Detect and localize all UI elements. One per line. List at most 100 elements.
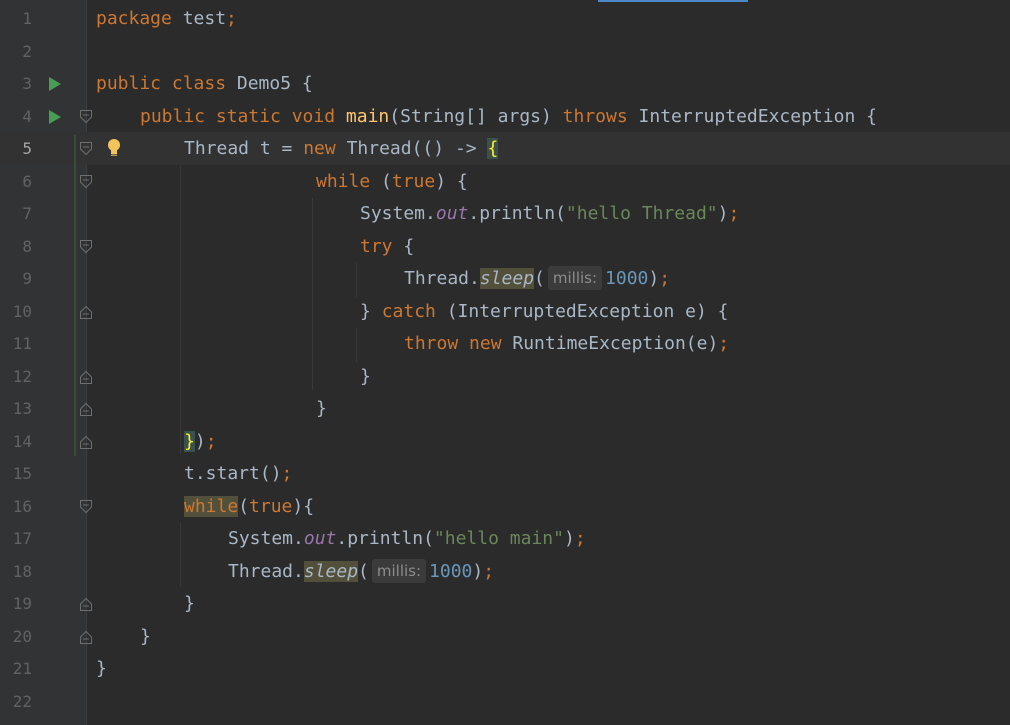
matched-brace: { (487, 138, 499, 159)
code-line[interactable]: 22 (0, 686, 1010, 718)
line-number: 15 (12, 464, 32, 483)
punctuation: ) (648, 268, 660, 289)
code-text[interactable]: } (96, 653, 107, 685)
code-text[interactable]: }); (184, 426, 217, 458)
code-text[interactable]: throw new RuntimeException(e); (404, 328, 729, 360)
code-line[interactable]: 6 while (true) { (0, 166, 1010, 198)
code-text[interactable]: while(true){ (184, 491, 314, 523)
punctuation: ) (472, 561, 484, 582)
code-text[interactable]: public static void main(String[] args) t… (140, 101, 877, 133)
code-line[interactable]: 20 } (0, 621, 1010, 653)
code-line[interactable]: 18 Thread.sleep(millis: 1000); (0, 556, 1010, 588)
fold-end-icon[interactable] (80, 630, 92, 644)
method-name: main (345, 106, 390, 127)
semicolon: ; (659, 268, 671, 289)
static-method-call: sleep (479, 268, 535, 289)
parameters: (String[] args) (389, 106, 563, 127)
code-line[interactable]: 17 System.out.println("hello main"); (0, 523, 1010, 555)
code-text[interactable]: Thread.sleep(millis: 1000); (404, 263, 670, 295)
line-number: 20 (12, 627, 32, 646)
code-line[interactable]: 4 public static void main(String[] args)… (0, 101, 1010, 133)
code-line[interactable]: 12 } (0, 361, 1010, 393)
run-icon[interactable] (49, 110, 61, 124)
code-text[interactable]: System.out.println("hello Thread"); (360, 198, 739, 230)
code-text[interactable]: public class Demo5 { (96, 68, 313, 100)
line-number: 10 (12, 302, 32, 321)
semicolon: ; (483, 561, 495, 582)
code-line[interactable]: 10 } catch (InterruptedException e) { (0, 296, 1010, 328)
run-icon[interactable] (49, 77, 61, 91)
matched-brace: } (184, 431, 195, 452)
line-number: 1 (22, 9, 32, 28)
line-number: 4 (22, 107, 32, 126)
code-line[interactable]: 16 while(true){ (0, 491, 1010, 523)
line-number: 18 (12, 562, 32, 581)
code-line[interactable]: 3 public class Demo5 { (0, 68, 1010, 100)
code-line[interactable]: 8 try { (0, 231, 1010, 263)
line-number: 8 (22, 237, 32, 256)
fold-end-icon[interactable] (80, 305, 92, 319)
semicolon: ; (728, 203, 740, 224)
punctuation: ){ (292, 496, 315, 517)
code-line[interactable]: 2 (0, 36, 1010, 68)
code-text[interactable]: } (360, 361, 371, 393)
fold-icon[interactable] (80, 240, 92, 254)
keyword: new (303, 138, 336, 159)
code-line[interactable]: 15 t.start(); (0, 458, 1010, 490)
code-text[interactable]: package test; (96, 3, 237, 35)
fold-icon[interactable] (80, 142, 92, 156)
fold-icon[interactable] (80, 110, 92, 124)
class-ref: Thread. (404, 268, 480, 289)
method-call: .println( (468, 203, 566, 224)
lightbulb-icon[interactable] (106, 138, 122, 158)
line-number: 14 (12, 432, 32, 451)
punctuation: } (316, 398, 327, 419)
keyword: throw (404, 333, 459, 354)
code-text[interactable]: } (140, 621, 151, 653)
line-number: 6 (22, 172, 32, 191)
code-line[interactable]: 11 throw new RuntimeException(e); (0, 328, 1010, 360)
fold-end-icon[interactable] (80, 402, 92, 416)
fold-end-icon[interactable] (80, 435, 92, 449)
keyword: while (184, 496, 239, 517)
fold-end-icon[interactable] (80, 597, 92, 611)
line-number: 21 (12, 659, 32, 678)
static-field: out (435, 203, 469, 224)
punctuation: } (140, 626, 151, 647)
code-text[interactable]: } (184, 588, 195, 620)
static-field: out (303, 528, 337, 549)
code-line[interactable]: 5 Thread t = new Thread(() -> { (0, 133, 1010, 165)
static-method-call: sleep (303, 561, 359, 582)
code-line[interactable]: 19 } (0, 588, 1010, 620)
fold-end-icon[interactable] (80, 370, 92, 384)
code-line[interactable]: 13 } (0, 393, 1010, 425)
keyword: public class (96, 73, 227, 94)
semicolon: ; (718, 333, 730, 354)
line-number: 7 (22, 204, 32, 223)
code-text[interactable]: t.start(); (184, 458, 292, 490)
line-number: 9 (22, 269, 32, 288)
method-call: .println( (336, 528, 434, 549)
code-text[interactable]: Thread.sleep(millis: 1000); (228, 556, 494, 588)
code-line[interactable]: 7 System.out.println("hello Thread"); (0, 198, 1010, 230)
code-line[interactable]: 1 package test; (0, 3, 1010, 35)
code-text[interactable]: try { (360, 231, 414, 263)
code-text[interactable]: } (316, 393, 327, 425)
fold-icon[interactable] (80, 500, 92, 514)
semicolon: ; (226, 8, 237, 29)
code-line[interactable]: 9 Thread.sleep(millis: 1000); (0, 263, 1010, 295)
code-text[interactable]: Thread t = new Thread(() -> { (184, 133, 499, 165)
punctuation: } (96, 658, 107, 679)
punctuation: ) { (435, 171, 468, 192)
keyword: catch (381, 301, 436, 322)
code-line[interactable]: 21 } (0, 653, 1010, 685)
code-text[interactable]: System.out.println("hello main"); (228, 523, 586, 555)
punctuation: } (360, 366, 371, 387)
line-number: 17 (12, 529, 32, 548)
code-line[interactable]: 14 }); (0, 426, 1010, 458)
fold-icon[interactable] (80, 175, 92, 189)
semicolon: ; (574, 528, 586, 549)
code-editor[interactable]: 1 package test; 2 3 public class Demo5 {… (0, 0, 1010, 725)
code-text[interactable]: } catch (InterruptedException e) { (360, 296, 728, 328)
code-text[interactable]: while (true) { (316, 166, 468, 198)
